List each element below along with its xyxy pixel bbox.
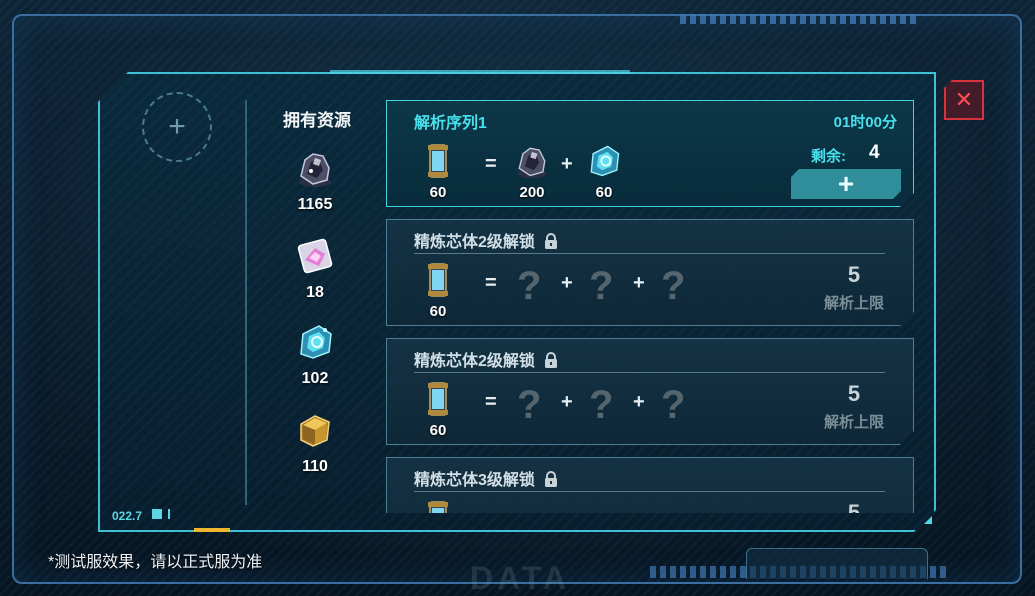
- equals-sign: =: [485, 272, 497, 294]
- limit-value: 5: [847, 381, 861, 406]
- lock-icon: [543, 471, 559, 488]
- recipe-result[interactable]: [413, 498, 463, 513]
- add-slot-button[interactable]: +: [142, 92, 212, 162]
- recipe-formula: [427, 498, 657, 513]
- result-count: 60: [429, 422, 447, 439]
- gold-cube-icon: [300, 415, 330, 447]
- unknown-ingredient: ?: [517, 383, 542, 427]
- background-decoration: DATA: [470, 560, 571, 596]
- plus-sign: +: [633, 272, 645, 294]
- card-divider: [414, 253, 885, 254]
- limit-value: 5: [847, 500, 861, 513]
- sequence-title: 精炼芯体2级解锁: [414, 353, 535, 370]
- remaining-label: 剩余:: [811, 148, 846, 165]
- resource-count: 102: [301, 370, 329, 387]
- recipe-result[interactable]: 60: [413, 379, 463, 439]
- core-canister-icon: [418, 379, 458, 419]
- result-count: 60: [429, 303, 447, 320]
- core-canister-icon: [418, 260, 458, 300]
- plus-sign: +: [561, 391, 573, 413]
- limit-label: 解析上限: [823, 295, 884, 312]
- lock-icon: [543, 233, 559, 250]
- card-divider: [414, 372, 885, 373]
- limit-label: 解析上限: [823, 414, 884, 431]
- lock-icon: [543, 352, 559, 369]
- unknown-ingredient: ?: [589, 383, 614, 427]
- sequence-title: 解析序列1: [414, 115, 487, 132]
- plus-sign: +: [633, 391, 645, 413]
- game-screen: DATA + 拥有资源 1165 18 102 110 解析序列1 01时00分…: [0, 0, 1035, 596]
- sequence-title: 精炼芯体3级解锁: [414, 472, 535, 489]
- sequence-card-1[interactable]: 解析序列1 01时00分 60 = 200 + 60 剩余: 4 +: [386, 100, 914, 207]
- card-divider: [414, 491, 885, 492]
- sequence-card-4[interactable]: 精炼芯体3级解锁 5: [386, 457, 914, 513]
- result-count: 60: [429, 184, 447, 201]
- unknown-ingredient: ?: [589, 264, 614, 308]
- test-server-note: *测试服效果，请以正式服为准: [48, 554, 263, 571]
- ingredient-count: 200: [519, 184, 545, 201]
- sequence-card-4-clip: 精炼芯体3级解锁 5: [386, 457, 914, 513]
- unknown-ingredient: ?: [661, 383, 686, 427]
- recipe-formula: 60 = ? + ? + ?: [427, 379, 657, 439]
- resource-item[interactable]: 1165: [280, 146, 350, 214]
- resource-count: 18: [306, 284, 324, 301]
- resource-count: 110: [302, 458, 328, 475]
- plus-icon: +: [837, 168, 855, 199]
- close-icon: ✕: [954, 87, 974, 112]
- cyan-crystal-icon: [584, 141, 624, 181]
- recipe-formula: 60 = 200 + 60: [427, 141, 657, 201]
- equals-sign: =: [485, 153, 497, 175]
- core-canister-icon: [418, 141, 458, 181]
- divider: [245, 100, 247, 505]
- dark-crystal-icon: [512, 141, 552, 181]
- unknown-ingredient: ?: [661, 264, 686, 308]
- sequence-title-row: 精炼芯体2级解锁: [414, 228, 559, 252]
- bottom-tab[interactable]: [746, 548, 928, 579]
- resource-item[interactable]: 18: [280, 234, 350, 302]
- recipe-ingredient[interactable]: 200: [507, 141, 557, 201]
- resource-item[interactable]: 102: [280, 320, 350, 388]
- panel-highlight: [330, 70, 630, 74]
- limit-value: 5: [847, 262, 861, 287]
- plus-sign: +: [561, 272, 573, 294]
- version-indicator-bar: [168, 509, 170, 519]
- plus-icon: +: [168, 110, 186, 143]
- version-indicator: [152, 509, 162, 519]
- scroll-marker: [194, 528, 230, 532]
- close-button[interactable]: ✕: [944, 80, 984, 120]
- sequence-card-3[interactable]: 精炼芯体2级解锁 60 = ? + ? + ? 5 解析上限: [386, 338, 914, 445]
- sequence-card-2[interactable]: 精炼芯体2级解锁 60 = ? + ? + ? 5 解析上限: [386, 219, 914, 326]
- resource-item[interactable]: 110: [280, 408, 350, 476]
- sequence-title-row: 精炼芯体2级解锁: [414, 347, 559, 371]
- sequence-time: 01时00分: [833, 114, 897, 131]
- plus-sign: +: [561, 153, 573, 175]
- pink-crystal-icon: [297, 238, 333, 274]
- recipe-formula: 60 = ? + ? + ?: [427, 260, 657, 320]
- dark-crystal-icon: [299, 153, 331, 187]
- unknown-ingredient: ?: [517, 264, 542, 308]
- frame-decoration-top: [680, 14, 920, 24]
- resource-count: 1165: [297, 196, 333, 213]
- version-label: 022.7: [112, 509, 143, 523]
- cyan-crystal-icon: [300, 325, 332, 359]
- remaining-value: 4: [869, 142, 880, 163]
- ingredient-count: 60: [595, 184, 613, 201]
- core-canister-icon: [418, 498, 458, 513]
- equals-sign: =: [485, 391, 497, 413]
- recipe-result[interactable]: 60: [413, 260, 463, 320]
- recipe-ingredient[interactable]: 60: [579, 141, 629, 201]
- recipe-result[interactable]: 60: [413, 141, 463, 201]
- sequence-title-row: 精炼芯体3级解锁: [414, 466, 559, 490]
- sequence-title: 精炼芯体2级解锁: [414, 234, 535, 251]
- resources-title: 拥有资源: [283, 111, 351, 130]
- add-queue-button[interactable]: +: [791, 169, 901, 199]
